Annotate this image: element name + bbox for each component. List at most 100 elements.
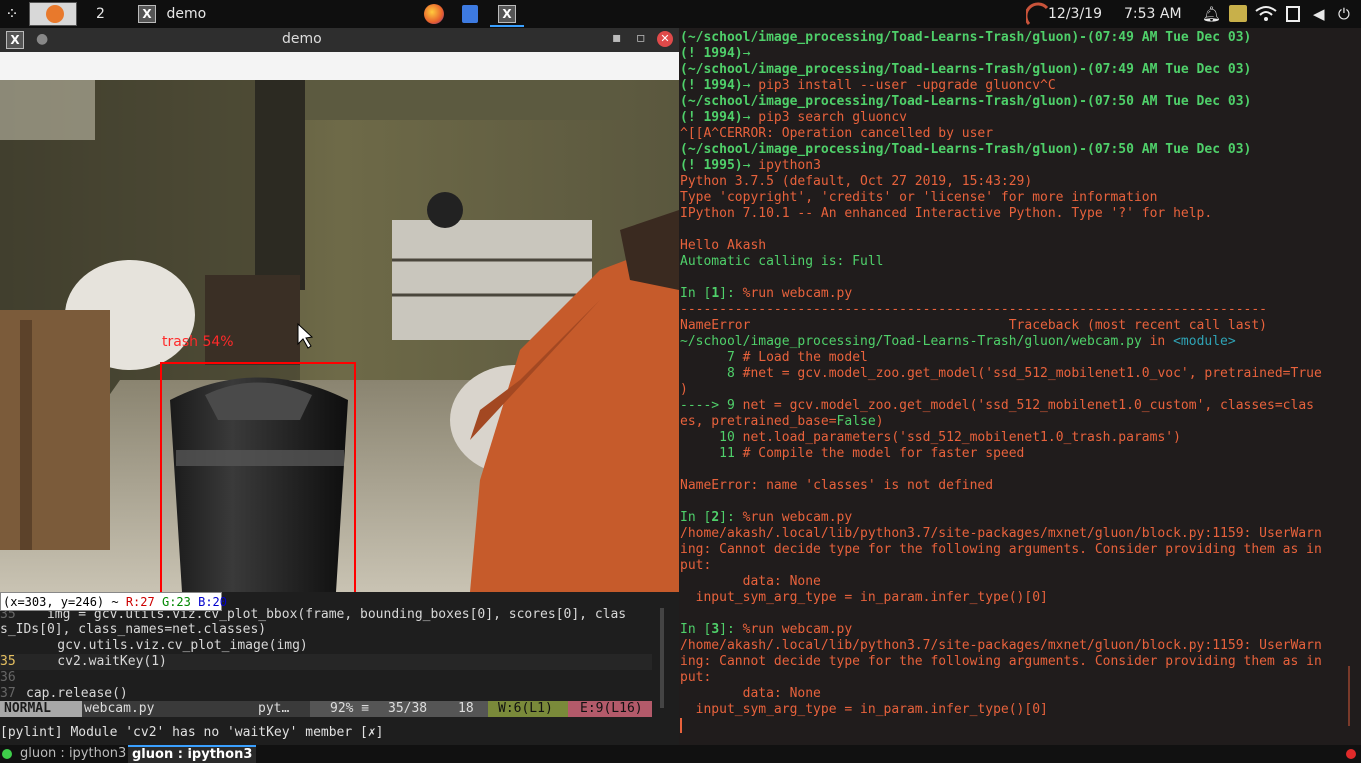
terminal-text-segment: ing: Cannot decide type for the followin…: [680, 654, 1322, 669]
terminal-text-segment: 2: [711, 510, 720, 525]
x-app-launcher[interactable]: X: [490, 0, 524, 27]
date-text[interactable]: 12/3/19: [1048, 0, 1102, 28]
tmux-tab-2-active[interactable]: gluon : ipython3: [128, 745, 257, 763]
terminal-text-segment: (~/school/image_processing/Toad-Learns-T…: [680, 30, 1252, 45]
clipboard-icon[interactable]: [1286, 6, 1300, 22]
terminal-text-segment: (! 1995): [680, 158, 743, 173]
terminal-line: put:: [680, 670, 711, 686]
terminal-text-segment: net = gcv.model_zoo.get_model('ssd_512_m…: [742, 398, 1314, 413]
terminal-text-segment: input_sym_arg_type = in_param.infer_type…: [680, 590, 1048, 605]
firefox-icon[interactable]: [424, 4, 444, 24]
terminal-text-segment: put:: [680, 558, 712, 573]
terminal-text-segment: #net = gcv.model_zoo.get_model('ssd_512_…: [742, 366, 1322, 381]
terminal-line: NameError: name 'classes' is not defined: [680, 478, 993, 494]
terminal-line: 11 # Compile the model for faster speed: [680, 446, 1024, 462]
vim-statusline: NORMAL webcam.py pyt… 92% ≡ 35/38 18 W:6…: [0, 701, 652, 717]
files-icon[interactable]: [462, 5, 478, 23]
terminal-text-segment: /home/akash/.local/lib/python3.7/site-pa…: [680, 526, 1322, 541]
terminal-text-segment: In [: [680, 622, 712, 637]
terminal-scrollbar[interactable]: [1348, 666, 1350, 726]
terminal-text-segment: →: [742, 46, 751, 61]
top-panel: ⁘ 2 X demo X 12/3/19 7:53 AM 🔔︎ ◀ ⏻: [0, 0, 1361, 28]
terminal-text-segment: ]:: [719, 510, 743, 525]
line-number: 36: [0, 670, 16, 685]
terminal-line: /home/akash/.local/lib/python3.7/site-pa…: [680, 526, 1322, 542]
vim-message: [pylint] Module 'cv2' has no 'waitKey' m…: [0, 725, 384, 740]
workspace-1-thumbnail[interactable]: [29, 2, 77, 26]
power-icon[interactable]: ⏻: [1338, 0, 1350, 28]
clock-text[interactable]: 7:53 AM: [1124, 0, 1182, 28]
terminal-text-segment: ^[[A^CERROR: Operation cancelled by user: [680, 126, 994, 141]
firefox-mini-icon: [46, 5, 64, 23]
pixel-info-bar: (x=303, y=246) ~ R:27 G:23 B:20: [0, 592, 227, 611]
percent-indicator: 92% ≡: [310, 701, 390, 717]
terminal-text-segment: (~/school/image_processing/Toad-Learns-T…: [680, 62, 1252, 77]
terminal-line: IPython 7.10.1 -- An enhanced Interactiv…: [680, 206, 1212, 222]
pixel-blue: B:20: [198, 595, 228, 609]
terminal-text-segment: →: [742, 158, 759, 173]
tmux-tab-1[interactable]: gluon : ipython3: [20, 746, 126, 761]
terminal-line: (! 1995)→ ipython3: [680, 158, 821, 174]
terminal-line: Automatic calling is: Full: [680, 254, 884, 270]
taskbar-demo-label: demo: [166, 6, 207, 22]
terminal-line: ----------------------------------------…: [680, 302, 1267, 318]
terminal-text-segment: es, pretrained_base=: [680, 414, 837, 429]
terminal-line: (~/school/image_processing/Toad-Learns-T…: [680, 94, 1251, 110]
terminal-line: Hello Akash: [680, 238, 766, 254]
app-menu-icon[interactable]: ⁘: [2, 0, 22, 28]
line-number: 35: [0, 654, 16, 669]
terminal-line: ^[[A^CERROR: Operation cancelled by user: [680, 126, 993, 142]
terminal-line: In [1]: %run webcam.py: [680, 286, 852, 302]
alert-dot-icon: [1346, 749, 1356, 759]
pixel-coords: (x=303, y=246) ~: [3, 595, 119, 609]
terminal-text-segment: ----> 9: [680, 398, 743, 413]
terminal-line: ): [680, 382, 688, 398]
terminal-text-segment: ing: Cannot decide type for the followin…: [680, 542, 1322, 557]
terminal-text-segment: # Compile the model for faster speed: [742, 446, 1025, 461]
terminal-line: In [3]: %run webcam.py: [680, 622, 852, 638]
workspace-2-button[interactable]: 2: [96, 0, 110, 28]
volume-icon[interactable]: ◀: [1313, 0, 1325, 28]
terminal-line: ing: Cannot decide type for the followin…: [680, 654, 1322, 670]
terminal-text-segment: # Load the model: [742, 350, 868, 365]
terminal-text-segment: Hello Akash: [680, 238, 767, 253]
error-count: E:9(L16): [568, 701, 652, 717]
taskbar-demo-item[interactable]: X demo: [138, 0, 206, 28]
filename: webcam.py: [82, 701, 254, 717]
column-position: 18: [438, 701, 488, 717]
terminal-text-segment: put:: [680, 670, 712, 685]
wifi-icon[interactable]: [1255, 5, 1277, 23]
vim-editor[interactable]: 35 img = gcv.utils.viz.cv_plot_bbox(fram…: [0, 592, 679, 745]
maximize-icon[interactable]: ▫: [636, 30, 646, 46]
terminal-text-segment: In [: [680, 286, 712, 301]
terminal-text-segment: (! 1994): [680, 110, 743, 125]
close-icon[interactable]: ✕: [657, 31, 673, 47]
demo-titlebar[interactable]: X ● demo ▪ ▫ ✕: [0, 28, 679, 52]
bell-icon[interactable]: 🔔︎: [1202, 0, 1221, 28]
vim-scrollbar[interactable]: [660, 608, 664, 708]
pin-dot-icon[interactable]: ●: [36, 31, 48, 47]
terminal-line: (~/school/image_processing/Toad-Learns-T…: [680, 62, 1251, 78]
terminal-text-segment: →: [742, 78, 759, 93]
terminal-text-segment: /home/akash/.local/lib/python3.7/site-pa…: [680, 638, 1322, 653]
terminal-pane[interactable]: (~/school/image_processing/Toad-Learns-T…: [679, 28, 1361, 745]
terminal-line: ing: Cannot decide type for the followin…: [680, 542, 1322, 558]
demo-window-title: demo: [282, 31, 322, 47]
terminal-line: 10 net.load_parameters('ssd_512_mobilene…: [680, 430, 1181, 446]
terminal-text-segment: IPython 7.10.1 -- An enhanced Interactiv…: [680, 206, 1213, 221]
terminal-text-segment: %run webcam.py: [742, 622, 853, 637]
vim-line: 37 cap.release(): [0, 686, 128, 702]
terminal-text-segment: →: [742, 110, 759, 125]
terminal-text-segment: 11: [680, 446, 743, 461]
terminal-text-segment: (~/school/image_processing/Toad-Learns-T…: [680, 142, 1252, 157]
terminal-text-segment: data: None: [680, 686, 821, 701]
code-text: cap.release(): [26, 686, 128, 701]
terminal-text-segment: 3: [711, 622, 720, 637]
cpu-arc-icon: [1026, 2, 1049, 25]
minimize-icon[interactable]: ▪: [612, 30, 622, 46]
terminal-line: ~/school/image_processing/Toad-Learns-Tr…: [680, 334, 1236, 350]
terminal-text-segment: in: [1141, 334, 1174, 349]
terminal-line: (~/school/image_processing/Toad-Learns-T…: [680, 142, 1251, 158]
terminal-line: es, pretrained_base=False): [680, 414, 884, 430]
updates-icon[interactable]: [1229, 5, 1247, 22]
